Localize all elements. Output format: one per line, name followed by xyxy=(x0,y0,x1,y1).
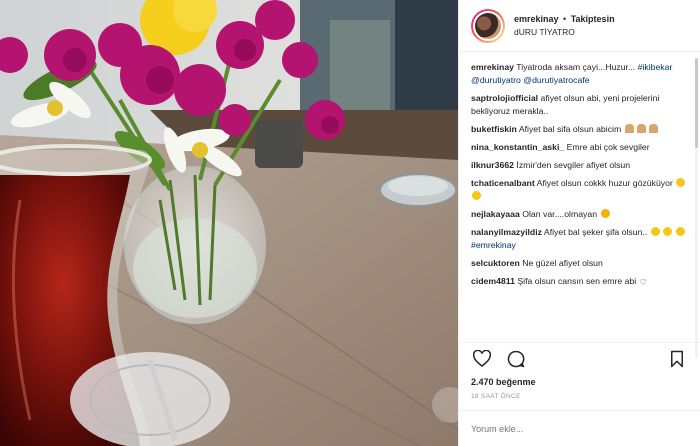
header-username[interactable]: emrekinay xyxy=(514,14,559,24)
comment-username[interactable]: buketfiskin xyxy=(471,124,517,134)
scrollbar-thumb[interactable] xyxy=(695,58,698,148)
kiss-emoji-icon xyxy=(663,227,673,236)
praying-hands-emoji-icon xyxy=(649,124,659,133)
comment-text: Afiyet bal sifa olsun abicim xyxy=(518,124,622,134)
comment-text: Afiyet bal şeker şifa olsun.. xyxy=(543,227,648,237)
list-item: nejlakayaaa Olan var....olmayan xyxy=(471,208,688,221)
bookmark-icon xyxy=(671,350,683,367)
post-side-panel: emrekinay • Takiptesin dURU TİYATRO emre… xyxy=(458,0,700,446)
comment-username[interactable]: saptrolojiofficial xyxy=(471,93,538,103)
heart-emoji-icon: ♡ xyxy=(639,278,647,287)
comment-text: Afiyet olsun cokkk huzur gözüküyor xyxy=(536,178,673,188)
comment-input[interactable] xyxy=(471,423,688,434)
like-button[interactable] xyxy=(471,348,493,370)
list-item: buketfiskin Afiyet bal sifa olsun abicim xyxy=(471,123,688,136)
list-item: saptrolojiofficial afiyet olsun abi, yen… xyxy=(471,92,688,118)
comment-username[interactable]: ilknur3662 xyxy=(471,160,514,170)
list-item: ilknur3662 İzmir'den sevgiler afiyet ols… xyxy=(471,159,688,172)
comment-text: Şifa olsun cansın sen emre abi xyxy=(517,276,637,286)
smile-emoji-icon xyxy=(675,227,685,236)
caption-text: Tiyatroda aksam çayi...Huzur... xyxy=(516,62,636,72)
comments-list[interactable]: emrekinay Tiyatroda aksam çayi...Huzur..… xyxy=(459,52,700,342)
comments-scrollbar[interactable] xyxy=(695,58,698,358)
avatar[interactable] xyxy=(471,8,505,43)
comment-username[interactable]: nina_konstantin_aski_ xyxy=(471,142,564,152)
comment-text: Emre abi çok sevgiler xyxy=(566,142,650,152)
comment-username[interactable]: selcuktoren xyxy=(471,258,520,268)
sad-face-emoji-icon xyxy=(600,209,610,218)
save-button[interactable] xyxy=(666,348,688,370)
header-line: emrekinay • Takiptesin xyxy=(514,14,615,25)
header-dot: • xyxy=(563,13,567,24)
heart-icon xyxy=(473,350,491,367)
list-item: tchaticenalbant Afiyet olsun cokkk huzur… xyxy=(471,177,688,203)
comment-text: İzmir'den sevgiler afiyet olsun xyxy=(516,160,631,170)
list-item: cidem4811 Şifa olsun cansın sen emre abi… xyxy=(471,275,688,289)
comment-text: Olan var....olmayan xyxy=(522,209,598,219)
photo-illustration xyxy=(0,0,458,446)
header-text: emrekinay • Takiptesin dURU TİYATRO xyxy=(514,14,615,38)
smile-emoji-icon xyxy=(472,191,481,200)
comment-tag[interactable]: #emrekinay xyxy=(471,240,516,250)
praying-hands-emoji-icon xyxy=(624,124,634,133)
action-bar xyxy=(459,342,700,374)
list-item: nina_konstantin_aski_ Emre abi çok sevgi… xyxy=(471,141,688,154)
post-header: emrekinay • Takiptesin dURU TİYATRO xyxy=(459,0,700,52)
post-photo[interactable] xyxy=(0,0,458,446)
list-item: selcuktoren Ne güzel afiyet olsun xyxy=(471,257,688,270)
add-comment-bar xyxy=(459,410,700,446)
comment-button[interactable] xyxy=(505,348,527,370)
post-timestamp: 18 SAAT ÖNCE xyxy=(471,393,521,400)
comment-text: Ne güzel afiyet olsun xyxy=(522,258,603,268)
caption-username[interactable]: emrekinay xyxy=(471,62,514,72)
post-location[interactable]: dURU TİYATRO xyxy=(514,27,615,38)
praying-hands-emoji-icon xyxy=(637,124,647,133)
comment-username[interactable]: nalanyilmazyildiz xyxy=(471,227,542,237)
instagram-post-window: emrekinay • Takiptesin dURU TİYATRO emre… xyxy=(0,0,700,446)
comment-icon xyxy=(507,350,525,367)
comment-username[interactable]: nejlakayaaa xyxy=(471,209,520,219)
follow-status[interactable]: Takiptesin xyxy=(571,14,615,24)
caption: emrekinay Tiyatroda aksam çayi...Huzur..… xyxy=(471,61,688,87)
comment-username[interactable]: tchaticenalbant xyxy=(471,178,535,188)
comment-username[interactable]: cidem4811 xyxy=(471,276,515,286)
list-item: nalanyilmazyildiz Afiyet bal şeker şifa … xyxy=(471,226,688,252)
avatar-image xyxy=(475,12,501,39)
kiss-emoji-icon xyxy=(650,227,660,236)
avatar-ring xyxy=(473,10,503,41)
thumbs-up-emoji-icon xyxy=(676,178,686,187)
like-count[interactable]: 2.470 beğenme xyxy=(459,374,700,390)
